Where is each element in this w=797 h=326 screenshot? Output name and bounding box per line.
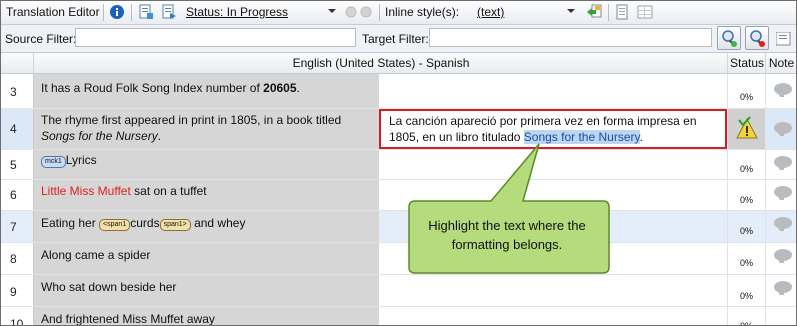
callout-text: Highlight the text where the formatting …: [428, 218, 586, 252]
callout-bubble: [408, 143, 610, 274]
translation-editor-window: Translation Editor Status: In Progress I…: [0, 0, 797, 326]
